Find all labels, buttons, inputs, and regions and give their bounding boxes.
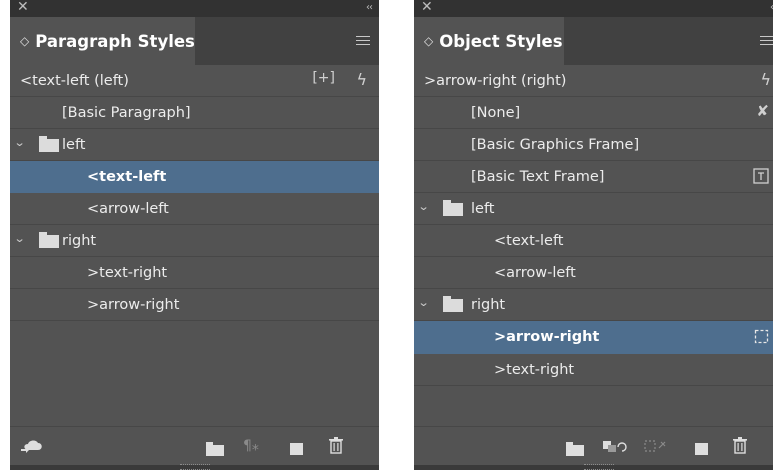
- list-item-label: [Basic Paragraph]: [62, 104, 191, 121]
- chevron-down-icon[interactable]: ⌄: [14, 136, 26, 149]
- current-style-row: >arrow-right (right) ϟ: [414, 65, 773, 97]
- list-item[interactable]: [Basic Paragraph]: [10, 97, 379, 129]
- current-style-label: <text-left (left): [20, 72, 129, 89]
- panel-tabbar: ◇ Object Styles: [414, 17, 773, 65]
- object-styles-panel: ✕ ‹‹ ◇ Object Styles >arrow-right (right…: [414, 0, 773, 470]
- list-item-selected[interactable]: >arrow-right: [414, 321, 773, 354]
- group-label: right: [62, 232, 97, 249]
- new-style-icon[interactable]: [695, 441, 708, 459]
- list-item-label: [None]: [471, 104, 521, 121]
- clear-overrides-icon[interactable]: [644, 438, 668, 458]
- panel-titlebar: ✕ ‹‹: [414, 0, 773, 17]
- new-group-icon[interactable]: [566, 442, 584, 460]
- lightning-icon[interactable]: ϟ: [760, 70, 771, 89]
- pen-icon: ✘: [756, 102, 769, 120]
- current-style-label: >arrow-right (right): [424, 72, 567, 89]
- resize-grip-icon[interactable]: [179, 464, 210, 470]
- list-item-label: <arrow-left: [494, 264, 576, 281]
- list-item[interactable]: [None] ✘: [414, 97, 773, 129]
- list-item[interactable]: <arrow-left: [10, 193, 379, 225]
- list-item-label: <arrow-left: [87, 200, 169, 217]
- list-item-label: <text-left: [87, 168, 167, 185]
- text-frame-icon: [753, 168, 769, 188]
- folder-icon: [443, 296, 463, 312]
- panel-menu-icon[interactable]: [356, 36, 370, 48]
- group-label: left: [62, 136, 86, 153]
- list-item-label: >arrow-right: [494, 329, 600, 345]
- folder-icon: [39, 232, 59, 248]
- list-item-label: [Basic Text Frame]: [471, 168, 605, 185]
- list-item[interactable]: [Basic Text Frame]: [414, 161, 773, 193]
- chevron-down-icon[interactable]: ⌄: [418, 200, 430, 213]
- resize-strip[interactable]: [10, 464, 379, 470]
- folder-icon: [39, 136, 59, 152]
- current-style-row: <text-left (left) [+] ϟ: [10, 65, 379, 97]
- group-right[interactable]: ⌄ right: [10, 225, 379, 257]
- close-icon[interactable]: ✕: [17, 0, 29, 16]
- lightning-icon[interactable]: ϟ: [356, 70, 367, 89]
- list-item-label: <text-left: [494, 232, 564, 249]
- panel-titlebar: ✕ ‹‹: [10, 0, 379, 17]
- tab-label: Paragraph Styles: [35, 31, 195, 51]
- list-item[interactable]: >arrow-right: [10, 289, 379, 321]
- list-item-label: >text-right: [87, 264, 168, 281]
- group-right[interactable]: ⌄ right: [414, 289, 773, 321]
- tab-label: Object Styles: [439, 31, 563, 51]
- panel-tabbar: ◇ Paragraph Styles: [10, 17, 379, 65]
- tab-paragraph-styles[interactable]: ◇ Paragraph Styles: [10, 17, 195, 65]
- close-icon[interactable]: ✕: [421, 0, 433, 16]
- clear-attributes-icon[interactable]: [602, 438, 628, 458]
- list-item-label: >text-right: [494, 361, 575, 378]
- tab-object-styles[interactable]: ◇ Object Styles: [414, 17, 564, 65]
- frame-icon: [754, 329, 769, 348]
- chevron-down-icon[interactable]: ⌄: [14, 232, 26, 245]
- load-styles-icon[interactable]: [20, 437, 46, 459]
- paragraph-styles-panel: ✕ ‹‹ ◇ Paragraph Styles <text-left (left…: [10, 0, 379, 470]
- group-left[interactable]: ⌄ left: [10, 129, 379, 161]
- trash-icon[interactable]: [732, 436, 748, 458]
- group-label: left: [471, 200, 495, 217]
- list-item[interactable]: <text-left: [414, 225, 773, 257]
- list-item-label: [Basic Graphics Frame]: [471, 136, 640, 153]
- resize-strip[interactable]: [414, 464, 773, 470]
- list-item[interactable]: >text-right: [414, 354, 773, 386]
- chevron-down-icon[interactable]: ⌄: [418, 296, 430, 309]
- group-label: right: [471, 296, 506, 313]
- collapse-icon[interactable]: ‹‹: [366, 0, 373, 16]
- list-item[interactable]: <arrow-left: [414, 257, 773, 289]
- folder-icon: [443, 200, 463, 216]
- panel-menu-icon[interactable]: [760, 36, 773, 48]
- new-style-icon[interactable]: [290, 441, 303, 459]
- tab-sort-icon: ◇: [424, 34, 434, 48]
- group-left[interactable]: ⌄ left: [414, 193, 773, 225]
- list-item[interactable]: [Basic Graphics Frame]: [414, 129, 773, 161]
- trash-icon[interactable]: [328, 436, 344, 458]
- clear-overrides-icon[interactable]: ¶⁎: [243, 438, 259, 454]
- list-item[interactable]: >text-right: [10, 257, 379, 289]
- list-item-label: >arrow-right: [87, 296, 180, 313]
- resize-grip-icon[interactable]: [583, 464, 614, 470]
- list-item-selected[interactable]: <text-left: [10, 161, 379, 193]
- tab-sort-icon: ◇: [20, 34, 30, 48]
- create-override-icon[interactable]: [+]: [312, 70, 335, 86]
- new-group-icon[interactable]: [206, 442, 224, 460]
